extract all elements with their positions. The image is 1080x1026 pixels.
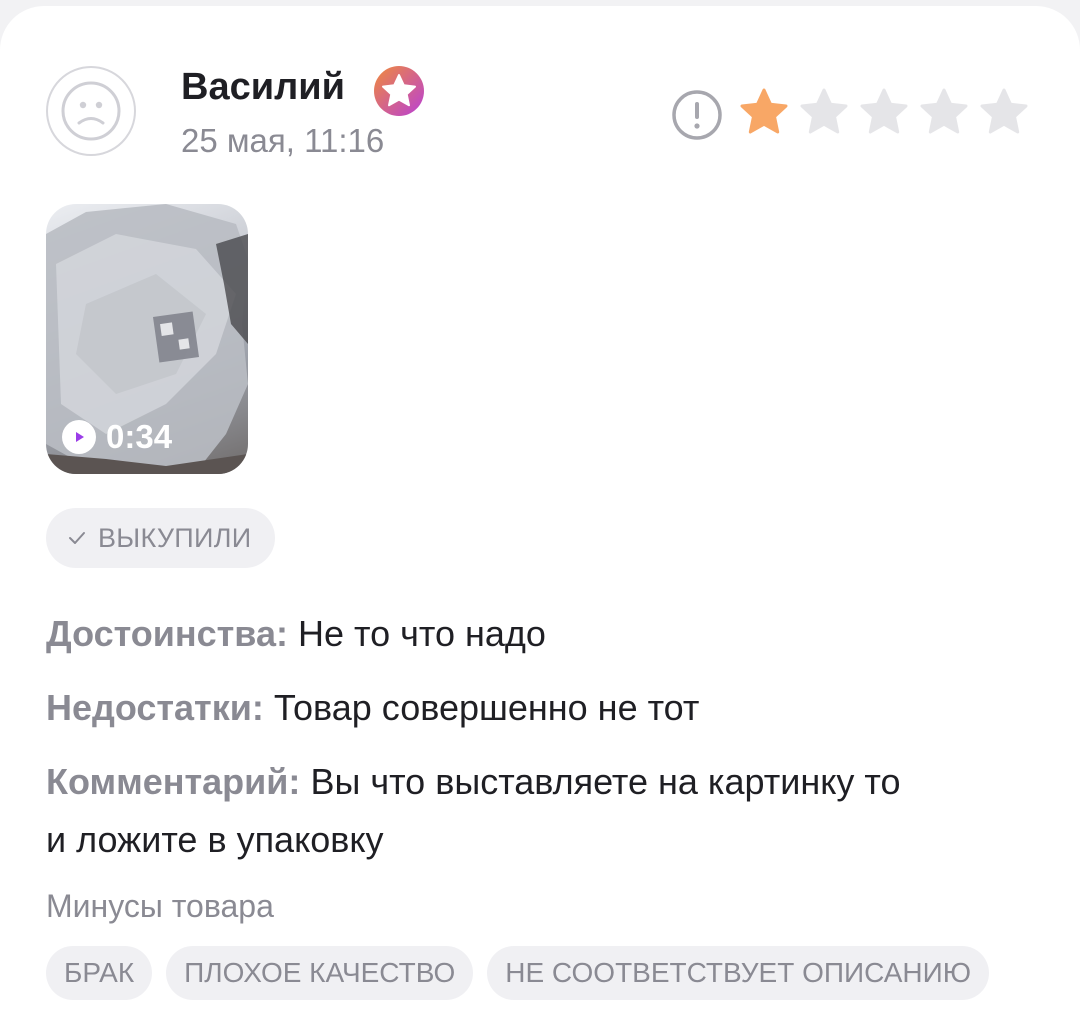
check-icon — [69, 532, 85, 544]
pros-text: Не то что надо — [297, 613, 546, 654]
pros-line: Достоинства: Не то что надо — [46, 606, 1046, 662]
star-badge-icon — [374, 66, 424, 116]
avatar[interactable] — [46, 66, 136, 156]
star-icon — [860, 88, 908, 134]
video-duration: 0:34 — [62, 418, 172, 456]
duration-label: 0:34 — [106, 418, 173, 455]
cons-line: Недостатки: Товар совершенно не тот — [46, 680, 1046, 736]
tag-poor-quality[interactable]: ПЛОХОЕ КАЧЕСТВО — [166, 946, 474, 1000]
review-card: Василий 25 мая, 11:16 0:34 ВЫКУПИЛИ Дост… — [0, 6, 1080, 1026]
bought-badge: ВЫКУПИЛИ — [46, 508, 276, 568]
bought-label: ВЫКУПИЛИ — [98, 522, 252, 553]
cons-tags: БРАК ПЛОХОЕ КАЧЕСТВО НЕ СООТВЕТСТВУЕТ ОП… — [46, 946, 990, 1000]
cons-text: Товар совершенно не тот — [273, 687, 700, 728]
review-date: 25 мая, 11:16 — [181, 122, 385, 159]
comment-line-2: и ложите в упаковку — [46, 812, 1046, 868]
tag-defect[interactable]: БРАК — [46, 946, 153, 1000]
comment-text-continued: и ложите в упаковку — [46, 819, 384, 860]
comment-text: Вы что выставляете на картинку то — [310, 761, 901, 802]
cons-label: Недостатки: — [46, 687, 264, 728]
cons-tags-title: Минусы товара — [46, 888, 274, 924]
user-avatar-icon — [61, 81, 121, 141]
pros-label: Достоинства: — [46, 613, 288, 654]
comment-label: Комментарий: — [46, 761, 301, 802]
comment-line: Комментарий: Вы что выставляете на карти… — [46, 754, 1046, 810]
star-icon — [740, 88, 788, 134]
tag-not-as-described[interactable]: НЕ СООТВЕТСТВУЕТ ОПИСАНИЮ — [487, 946, 990, 1000]
star-icon — [800, 88, 848, 134]
star-icon — [980, 88, 1028, 134]
play-icon[interactable] — [62, 420, 96, 454]
rating-stars — [736, 85, 1032, 141]
exclamation-circle-icon[interactable] — [670, 88, 724, 142]
star-icon — [920, 88, 968, 134]
author-name: Василий — [181, 66, 345, 108]
